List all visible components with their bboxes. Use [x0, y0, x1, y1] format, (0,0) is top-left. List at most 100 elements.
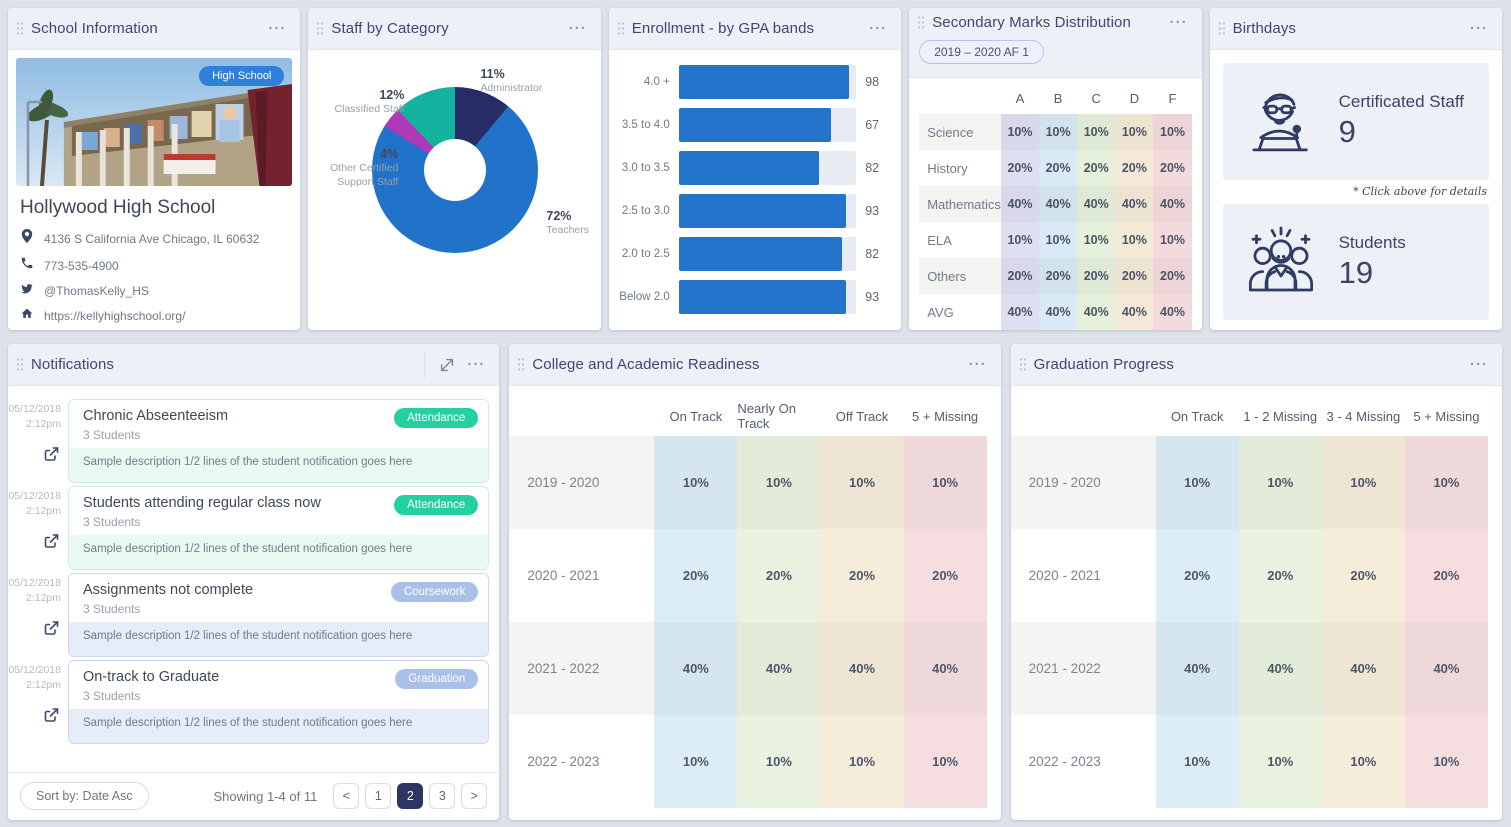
more-options-icon[interactable]: [1468, 19, 1490, 38]
birthdays-staff-tile[interactable]: Certificated Staff 9: [1223, 63, 1489, 180]
contact-text: @ThomasKelly_HS: [44, 284, 149, 298]
more-options-icon[interactable]: [465, 355, 487, 374]
notification-card-assignments-not-complete[interactable]: Assignments not complete3 StudentsCourse…: [68, 573, 489, 657]
card-school-information: School Information: [8, 8, 300, 330]
bar-track: [679, 108, 856, 142]
notification-title: Assignments not complete: [83, 582, 253, 598]
drag-handle-icon[interactable]: [1019, 357, 1026, 372]
marks-cell: 40%: [1039, 186, 1077, 222]
pagination-page-1[interactable]: 1: [365, 783, 391, 809]
marks-cell: 20%: [1077, 150, 1115, 186]
matrix-row-label-2020-2021: 2020 - 2021: [1011, 529, 1156, 622]
filter-chip-row: 2019 – 2020 AF 1: [917, 40, 1189, 64]
notification-meta: 05/12/20182:12pm: [8, 399, 68, 483]
birthdays-students-count: 19: [1339, 255, 1406, 291]
students-icon: [1235, 220, 1327, 304]
birthdays-note: * Click above for details: [1225, 185, 1487, 198]
marks-cell: 20%: [1115, 150, 1153, 186]
school-photo: High School: [16, 58, 292, 186]
more-options-icon[interactable]: [266, 19, 288, 38]
matrix-cell: 10%: [820, 715, 903, 808]
birthdays-students-tile[interactable]: Students 19: [1223, 204, 1489, 321]
drag-handle-icon[interactable]: [16, 21, 23, 36]
more-options-icon[interactable]: [1168, 13, 1190, 32]
notification-card-students-attending-regular-class-now[interactable]: Students attending regular class now3 St…: [68, 486, 489, 570]
bar-fill: [679, 151, 819, 185]
share-icon[interactable]: [41, 444, 61, 469]
card-title-staff-by-category: Staff by Category: [331, 20, 558, 37]
card-title-school-information: School Information: [31, 20, 258, 37]
marks-cell: 10%: [1039, 114, 1077, 150]
bar-track: [679, 237, 856, 271]
marks-col-header-d: D: [1115, 82, 1153, 114]
share-icon[interactable]: [41, 705, 61, 730]
teacher-icon: [1235, 79, 1327, 163]
drag-handle-icon[interactable]: [16, 357, 23, 372]
pagination-next-button[interactable]: >: [461, 783, 487, 809]
notification-item: 05/12/20182:12pmStudents attending regul…: [8, 486, 489, 570]
bar-fill: [679, 65, 849, 99]
drag-handle-icon[interactable]: [617, 21, 624, 36]
staff-donut-chart-area: 11%Administrator72%Teachers4%Other Certi…: [308, 50, 600, 330]
notification-date: 05/12/2018: [8, 576, 61, 591]
more-options-icon[interactable]: [867, 19, 889, 38]
pagination-page-3[interactable]: 3: [429, 783, 455, 809]
marks-row-label-avg: AVG: [919, 294, 1001, 330]
contact-text: 4136 S California Ave Chicago, IL 60632: [44, 232, 259, 246]
bottom-row: Notifications 05/12/20182:12pmChronic Ab…: [8, 344, 1502, 820]
drag-handle-icon[interactable]: [1218, 21, 1225, 36]
matrix-cell: 40%: [820, 622, 903, 715]
bar-category-label: Below 2.0: [615, 291, 670, 303]
school-contact-list: 4136 S California Ave Chicago, IL 606327…: [16, 228, 292, 330]
card-notifications: Notifications 05/12/20182:12pmChronic Ab…: [8, 344, 499, 820]
more-options-icon[interactable]: [567, 19, 589, 38]
notification-students-count: 3 Students: [83, 428, 228, 442]
notification-badge-graduation: Graduation: [395, 669, 478, 689]
more-options-icon[interactable]: [967, 355, 989, 374]
college-readiness-header: College and Academic Readiness: [509, 344, 1000, 386]
year-filter-chip[interactable]: 2019 – 2020 AF 1: [919, 40, 1044, 64]
dashboard: School Information: [0, 0, 1511, 827]
pagination-prev-button[interactable]: <: [333, 783, 359, 809]
card-staff-by-category: Staff by Category 11%Administrator72%Tea…: [308, 8, 600, 330]
notification-title: On-track to Graduate: [83, 669, 219, 685]
enrollment-header: Enrollment - by GPA bands: [609, 8, 901, 50]
matrix-cell: 10%: [1156, 436, 1239, 529]
bar-value: 82: [865, 161, 889, 175]
share-icon[interactable]: [41, 531, 61, 556]
phone-icon: [20, 256, 34, 275]
expand-icon[interactable]: [437, 355, 457, 375]
notification-date: 05/12/2018: [8, 402, 61, 417]
notification-badge-attendance: Attendance: [394, 495, 478, 515]
pagination-page-2[interactable]: 2: [397, 783, 423, 809]
home-icon: [20, 307, 34, 325]
matrix-col-header-nearly-on-track: Nearly On Track: [737, 396, 820, 436]
card-birthdays: Birthdays: [1210, 8, 1502, 330]
notification-card-on-track-to-graduate[interactable]: On-track to Graduate 3 Students Graduation…: [68, 660, 489, 744]
birthdays-staff-count: 9: [1339, 114, 1464, 150]
more-options-icon[interactable]: [1468, 355, 1490, 374]
notification-card-chronic-abseenteeism[interactable]: Chronic Abseenteeism3 StudentsAttendance…: [68, 399, 489, 483]
marks-cell: 40%: [1115, 186, 1153, 222]
card-college-and-academic-readiness: College and Academic Readiness On TrackN…: [509, 344, 1000, 820]
drag-handle-icon[interactable]: [517, 357, 524, 372]
matrix-cell: 40%: [737, 622, 820, 715]
marks-cell: 20%: [1115, 258, 1153, 294]
notification-title: Students attending regular class now: [83, 495, 321, 511]
share-icon[interactable]: [41, 618, 61, 643]
sort-by-button[interactable]: Sort by: Date Asc: [20, 782, 149, 810]
drag-handle-icon[interactable]: [316, 21, 323, 36]
bar-value: 82: [865, 247, 889, 261]
marks-cell: 10%: [1153, 222, 1191, 258]
notifications-list: 05/12/20182:12pmChronic Abseenteeism3 St…: [8, 386, 499, 744]
bar-track: [679, 65, 856, 99]
marks-cell: 10%: [1115, 114, 1153, 150]
notification-top: Assignments not complete3 StudentsCourse…: [69, 574, 488, 622]
notification-students-count: 3 Students: [83, 689, 219, 703]
contact-row: 4136 S California Ave Chicago, IL 60632: [20, 228, 288, 249]
matrix-cell: 10%: [737, 715, 820, 808]
marks-cell: 10%: [1039, 222, 1077, 258]
matrix-row-label-2019-2020: 2019 - 2020: [1011, 436, 1156, 529]
marks-col-header-a: A: [1001, 82, 1039, 114]
drag-handle-icon[interactable]: [917, 15, 924, 30]
